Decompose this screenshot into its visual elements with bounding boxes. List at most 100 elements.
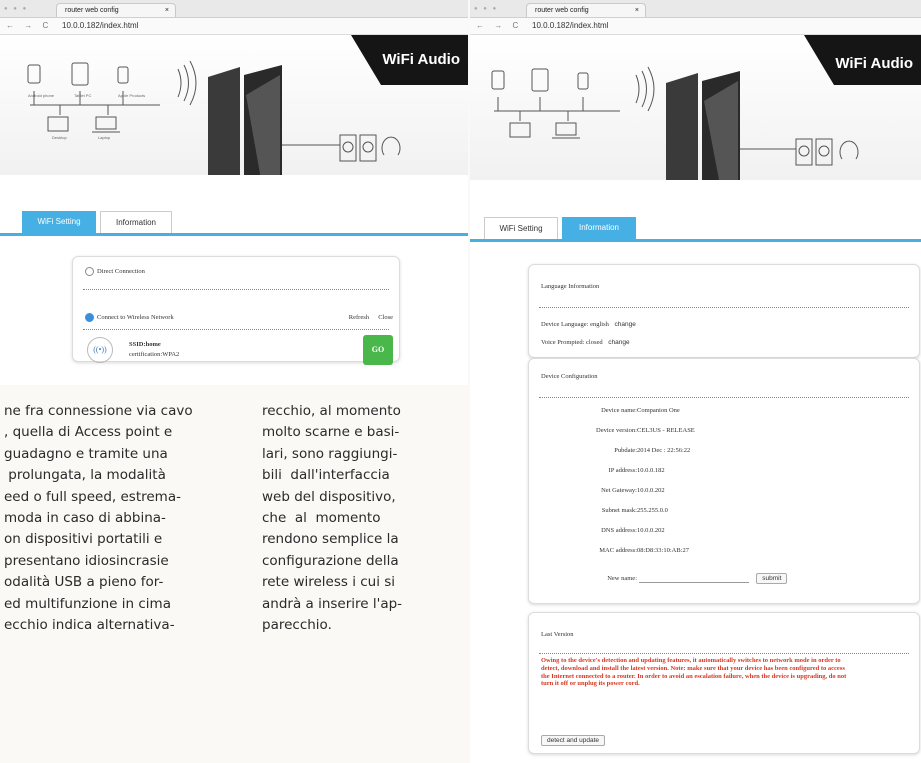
config-row: Net Gateway:10.0.0.202 — [547, 487, 665, 494]
article-line: ecchio indica alternativa- — [4, 617, 175, 634]
article-line: eed o full speed, estrema- — [4, 488, 181, 505]
svg-text:Apple Products: Apple Products — [118, 93, 145, 98]
last-version-panel: Last Version Owing to the device's detec… — [528, 612, 920, 754]
window-controls[interactable]: ● ● ● — [4, 6, 28, 12]
divider — [539, 653, 909, 654]
config-row: Device version:CEL3US - RELEASE — [547, 427, 695, 434]
article-line: guadagno e tramite una — [4, 445, 168, 462]
article-line: andrà a inserire l'ap- — [262, 595, 403, 612]
config-label: Device name: — [601, 407, 637, 414]
config-label: MAC address: — [599, 547, 637, 554]
article-line: ed multifunzione in cima — [4, 595, 171, 612]
tab-information[interactable]: Information — [100, 211, 172, 233]
svg-text:Laptop: Laptop — [98, 135, 111, 140]
update-warning-text: Owing to the device's detection and upda… — [541, 657, 847, 688]
config-value: 255.255.0.0 — [637, 507, 668, 514]
radio-selected-icon[interactable] — [85, 313, 94, 322]
wifi-setting-panel: Direct Connection Connect to Wireless Ne… — [72, 256, 400, 365]
config-row: DNS address:10.0.0.202 — [547, 527, 665, 534]
configuration-title: Device Configuration — [541, 373, 598, 380]
wifi-audio-banner: WiFi Audio — [470, 35, 921, 180]
direct-label: Direct Connection — [97, 267, 145, 275]
article-line: rendono semplice la — [262, 531, 399, 548]
browser-tab[interactable]: router web config × — [526, 3, 646, 17]
article-line: odalità USB a pieno for- — [4, 574, 164, 591]
divider — [83, 289, 389, 290]
last-version-title: Last Version — [541, 631, 574, 638]
article-line: recchio, al momento — [262, 403, 401, 419]
change-voice-link[interactable]: change — [608, 339, 629, 346]
window-controls[interactable]: ● ● ● — [474, 6, 498, 12]
config-value: 2014 Dec : 22:56:22 — [637, 447, 691, 454]
article-line: parecchio. — [262, 617, 332, 634]
option-wireless-network[interactable]: Connect to Wireless Network — [85, 313, 174, 322]
article-line: rete wireless i cui si — [262, 574, 396, 591]
svg-text:Tablet PC: Tablet PC — [74, 93, 91, 98]
config-value: Companion One — [637, 407, 680, 414]
article-text: ne fra connessione via cavo , quella di … — [0, 385, 468, 763]
nav-buttons[interactable]: ← → C — [476, 18, 522, 34]
change-language-link[interactable]: change — [615, 321, 636, 328]
voice-prompt: Voice Prompted: closed — [541, 339, 603, 346]
submit-button[interactable]: submit — [756, 573, 788, 584]
option-direct-connection[interactable]: Direct Connection — [85, 267, 145, 276]
article-line: bili dall'interfaccia — [262, 467, 390, 484]
divider — [83, 329, 389, 330]
refresh-link[interactable]: Refresh — [349, 314, 369, 321]
tab-close-icon[interactable]: × — [635, 4, 639, 18]
new-name-label: New name: — [607, 575, 637, 582]
close-link[interactable]: Close — [378, 314, 393, 321]
url-field[interactable]: 10.0.0.182/index.html — [532, 18, 609, 34]
article-line: web del dispositivo, — [262, 488, 396, 505]
config-row: Device name:Companion One — [547, 407, 680, 414]
svg-text:Android phone: Android phone — [28, 93, 55, 98]
wifi-signal-icon: ((•)) — [87, 337, 113, 363]
config-value: 10.0.0.182 — [637, 467, 665, 474]
divider — [539, 397, 909, 398]
nav-buttons[interactable]: ← → C — [6, 18, 52, 34]
tab-wifi-setting[interactable]: WiFi Setting — [22, 211, 96, 233]
browser-tab-bar: ● ● ● router web config × — [470, 0, 921, 18]
go-button[interactable]: GO — [363, 335, 393, 365]
config-label: Subnet mask: — [601, 507, 637, 514]
article-line: presentano idiosincrasie — [4, 552, 169, 569]
article-line: on dispositivi portatili e — [4, 531, 163, 548]
new-name-row: New name: submit — [547, 573, 788, 584]
ssid-label: SSID:home — [129, 341, 161, 348]
config-row: Pubdate:2014 Dec : 22:56:22 — [547, 447, 690, 454]
divider — [539, 307, 909, 308]
brand-label: WiFi Audio — [835, 55, 913, 72]
config-value: CEL3US - RELEASE — [637, 427, 695, 434]
voice-prompt-row: Voice Prompted: closed change — [541, 339, 630, 346]
radio-icon[interactable] — [85, 267, 94, 276]
article-column-1: ne fra connessione via cavo , quella di … — [4, 401, 193, 636]
tab-information[interactable]: Information — [562, 217, 636, 239]
new-name-input[interactable] — [638, 574, 749, 584]
tab-wifi-setting[interactable]: WiFi Setting — [484, 217, 558, 239]
tab-close-icon[interactable]: × — [165, 4, 169, 18]
settings-tabs: WiFi Setting Information — [470, 213, 921, 242]
config-label: IP address: — [608, 467, 637, 474]
address-bar: ← → C 10.0.0.182/index.html — [470, 18, 921, 35]
config-row: MAC address:08:D8:33:10:AB:27 — [547, 547, 689, 554]
device-language-row: Device Language: english change — [541, 321, 636, 328]
detect-and-update-button[interactable]: detect and update — [541, 735, 606, 746]
config-label: Device version: — [596, 427, 637, 434]
article-column-2: recchio, al momento molto scarne e basi-… — [262, 401, 402, 636]
config-label: Net Gateway: — [601, 487, 637, 494]
article-line: molto scarne e basi- — [262, 424, 400, 441]
browser-tab[interactable]: router web config × — [56, 3, 176, 17]
article-line: ne fra connessione via cavo — [4, 403, 193, 419]
config-value: 10.0.0.202 — [637, 487, 665, 494]
wireless-label: Connect to Wireless Network — [97, 313, 174, 321]
address-bar: ← → C 10.0.0.182/index.html — [0, 18, 468, 35]
device-configuration-panel: Device Configuration Device name:Compani… — [528, 358, 920, 604]
browser-tab-bar: ● ● ● router web config × — [0, 0, 468, 18]
left-screenshot: ● ● ● router web config × ← → C 10.0.0.1… — [0, 0, 468, 385]
wifi-audio-banner: Android phone Tablet PC Apple Products D… — [0, 35, 468, 175]
article-line: prolungata, la modalità — [4, 467, 166, 484]
language-information-panel: Language Information Device Language: en… — [528, 264, 920, 358]
certification-label: certification:WPA2 — [129, 351, 180, 358]
article-line: configurazione della — [262, 552, 399, 569]
url-field[interactable]: 10.0.0.182/index.html — [62, 18, 139, 34]
